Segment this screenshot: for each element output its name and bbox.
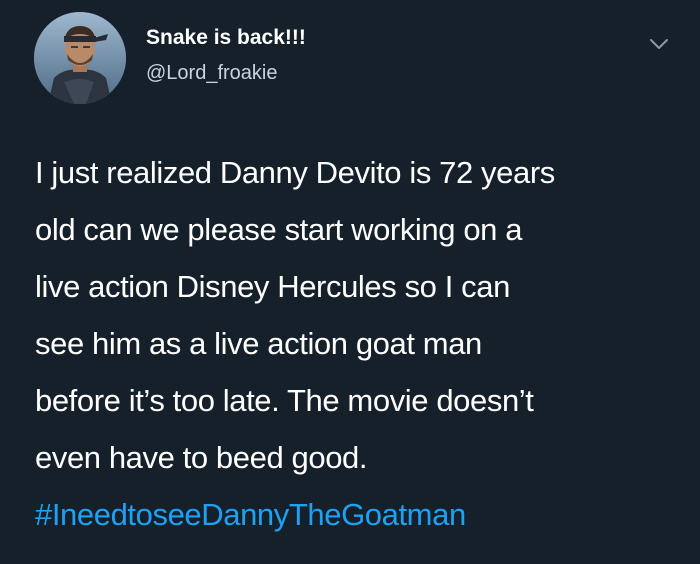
tweet-text-line: old can we please start working on a	[35, 212, 523, 247]
display-name[interactable]: Snake is back!!!	[146, 27, 306, 48]
tweet-text-line: before it’s too late. The movie doesn’t	[35, 383, 534, 418]
avatar-soldier-icon	[34, 12, 126, 104]
tweet-text-line: live action Disney Hercules so I can	[35, 269, 510, 304]
avatar[interactable]	[34, 12, 126, 104]
chevron-down-icon[interactable]	[648, 36, 670, 52]
tweet-text-line: see him as a live action goat man	[35, 326, 482, 361]
tweet-text-line: I just realized Danny Devito is 72 years	[35, 155, 555, 190]
tweet-card: Snake is back!!! @Lord_froakie I just re…	[0, 0, 700, 564]
tweet-text: I just realized Danny Devito is 72 years…	[35, 144, 685, 543]
hashtag-link[interactable]: #IneedtoseeDannyTheGoatman	[35, 486, 685, 543]
tweet-text-line: even have to beed good.	[35, 440, 368, 475]
user-handle[interactable]: @Lord_froakie	[146, 63, 277, 83]
